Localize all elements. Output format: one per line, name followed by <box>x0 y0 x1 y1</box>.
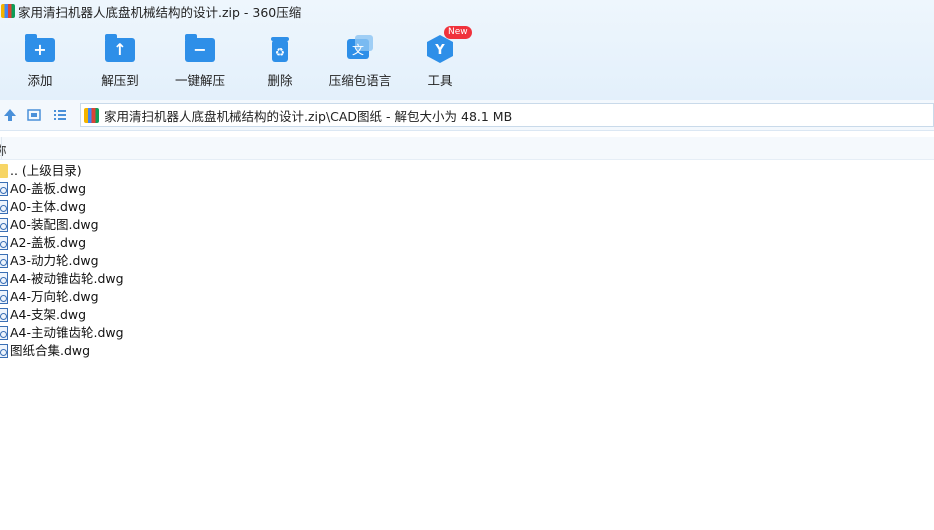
delete-button[interactable]: ♻ 删除 <box>240 34 320 94</box>
item-name: A4-被动锥齿轮.dwg <box>10 271 124 286</box>
new-badge: New <box>444 26 472 39</box>
item-name: A3-动力轮.dwg <box>10 253 99 268</box>
list-item[interactable]: A2-盖板.dwg <box>0 234 934 252</box>
archive-app-icon <box>1 4 15 18</box>
one-click-extract-label: 一键解压 <box>174 73 225 88</box>
dwg-file-icon <box>0 218 8 232</box>
window-title: 家用清扫机器人底盘机械结构的设计.zip - 360压缩 <box>18 4 302 20</box>
svg-text:文: 文 <box>352 42 364 57</box>
add-folder-icon: + <box>23 34 57 64</box>
file-list: .. (上级目录) A0-盖板.dwg A0-主体.dwg A0-装配图.dwg… <box>0 162 934 360</box>
item-name: A0-盖板.dwg <box>10 181 87 196</box>
svg-text:Y: Y <box>434 43 445 58</box>
list-item[interactable]: A0-主体.dwg <box>0 198 934 216</box>
dwg-file-icon <box>0 290 8 304</box>
dwg-file-icon <box>0 254 8 268</box>
view-list-icon[interactable] <box>52 107 68 123</box>
one-click-extract-button[interactable]: − 一键解压 <box>160 34 240 94</box>
tools-button[interactable]: Y 工具 <box>400 34 480 94</box>
view-thumbnail-icon[interactable] <box>26 107 42 123</box>
list-item-parent[interactable]: .. (上级目录) <box>0 162 934 180</box>
tools-label: 工具 <box>427 73 453 88</box>
item-name: .. (上级目录) <box>10 163 82 178</box>
list-item[interactable]: 图纸合集.dwg <box>0 342 934 360</box>
dwg-file-icon <box>0 344 8 358</box>
path-text: 家用清扫机器人底盘机械结构的设计.zip\CAD图纸 - 解包大小为 48.1 … <box>104 108 513 124</box>
archive-icon <box>84 107 99 123</box>
list-item[interactable]: A4-支架.dwg <box>0 306 934 324</box>
dwg-file-icon <box>0 308 8 322</box>
top-area: 家用清扫机器人底盘机械结构的设计.zip - 360压缩 + 添加 ↑ 解压到 … <box>0 0 934 100</box>
address-bar: 家用清扫机器人底盘机械结构的设计.zip\CAD图纸 - 解包大小为 48.1 … <box>0 100 934 131</box>
extract-to-label: 解压到 <box>101 73 139 88</box>
column-divider[interactable] <box>1 137 2 159</box>
list-item[interactable]: A0-盖板.dwg <box>0 180 934 198</box>
svg-text:♻: ♻ <box>275 46 285 59</box>
app-window: 家用清扫机器人底盘机械结构的设计.zip - 360压缩 + 添加 ↑ 解压到 … <box>0 0 934 530</box>
extract-to-button[interactable]: ↑ 解压到 <box>80 34 160 94</box>
add-button[interactable]: + 添加 <box>0 34 80 94</box>
extract-to-icon: ↑ <box>103 34 137 64</box>
folder-icon <box>0 164 8 178</box>
dwg-file-icon <box>0 272 8 286</box>
item-name: A4-万向轮.dwg <box>10 289 99 304</box>
list-item[interactable]: A4-主动锥齿轮.dwg <box>0 324 934 342</box>
item-name: A2-盖板.dwg <box>10 235 87 250</box>
dwg-file-icon <box>0 326 8 340</box>
recycle-delete-icon: ♻ <box>263 34 297 64</box>
title-bar: 家用清扫机器人底盘机械结构的设计.zip - 360压缩 <box>0 0 934 22</box>
list-item[interactable]: A4-万向轮.dwg <box>0 288 934 306</box>
item-name: A0-主体.dwg <box>10 199 87 214</box>
item-name: A4-支架.dwg <box>10 307 87 322</box>
one-click-extract-icon: − <box>183 34 217 64</box>
archive-language-button[interactable]: 文 压缩包语言 <box>320 34 400 94</box>
item-name: A4-主动锥齿轮.dwg <box>10 325 124 340</box>
dwg-file-icon <box>0 182 8 196</box>
dwg-file-icon <box>0 200 8 214</box>
toolbar: + 添加 ↑ 解压到 − 一键解压 ♻ 删除 文 压缩包语言 Y 工具 <box>0 34 500 94</box>
item-name: A0-装配图.dwg <box>10 217 99 232</box>
list-header: 称 <box>0 137 934 160</box>
dwg-file-icon <box>0 236 8 250</box>
path-field[interactable]: 家用清扫机器人底盘机械结构的设计.zip\CAD图纸 - 解包大小为 48.1 … <box>80 103 934 127</box>
list-item[interactable]: A0-装配图.dwg <box>0 216 934 234</box>
up-arrow-icon[interactable] <box>2 107 18 123</box>
add-label: 添加 <box>27 73 53 88</box>
archive-language-label: 压缩包语言 <box>328 73 392 88</box>
list-item[interactable]: A3-动力轮.dwg <box>0 252 934 270</box>
archive-language-icon: 文 <box>343 34 377 64</box>
delete-label: 删除 <box>267 73 293 88</box>
list-item[interactable]: A4-被动锥齿轮.dwg <box>0 270 934 288</box>
item-name: 图纸合集.dwg <box>10 343 91 358</box>
